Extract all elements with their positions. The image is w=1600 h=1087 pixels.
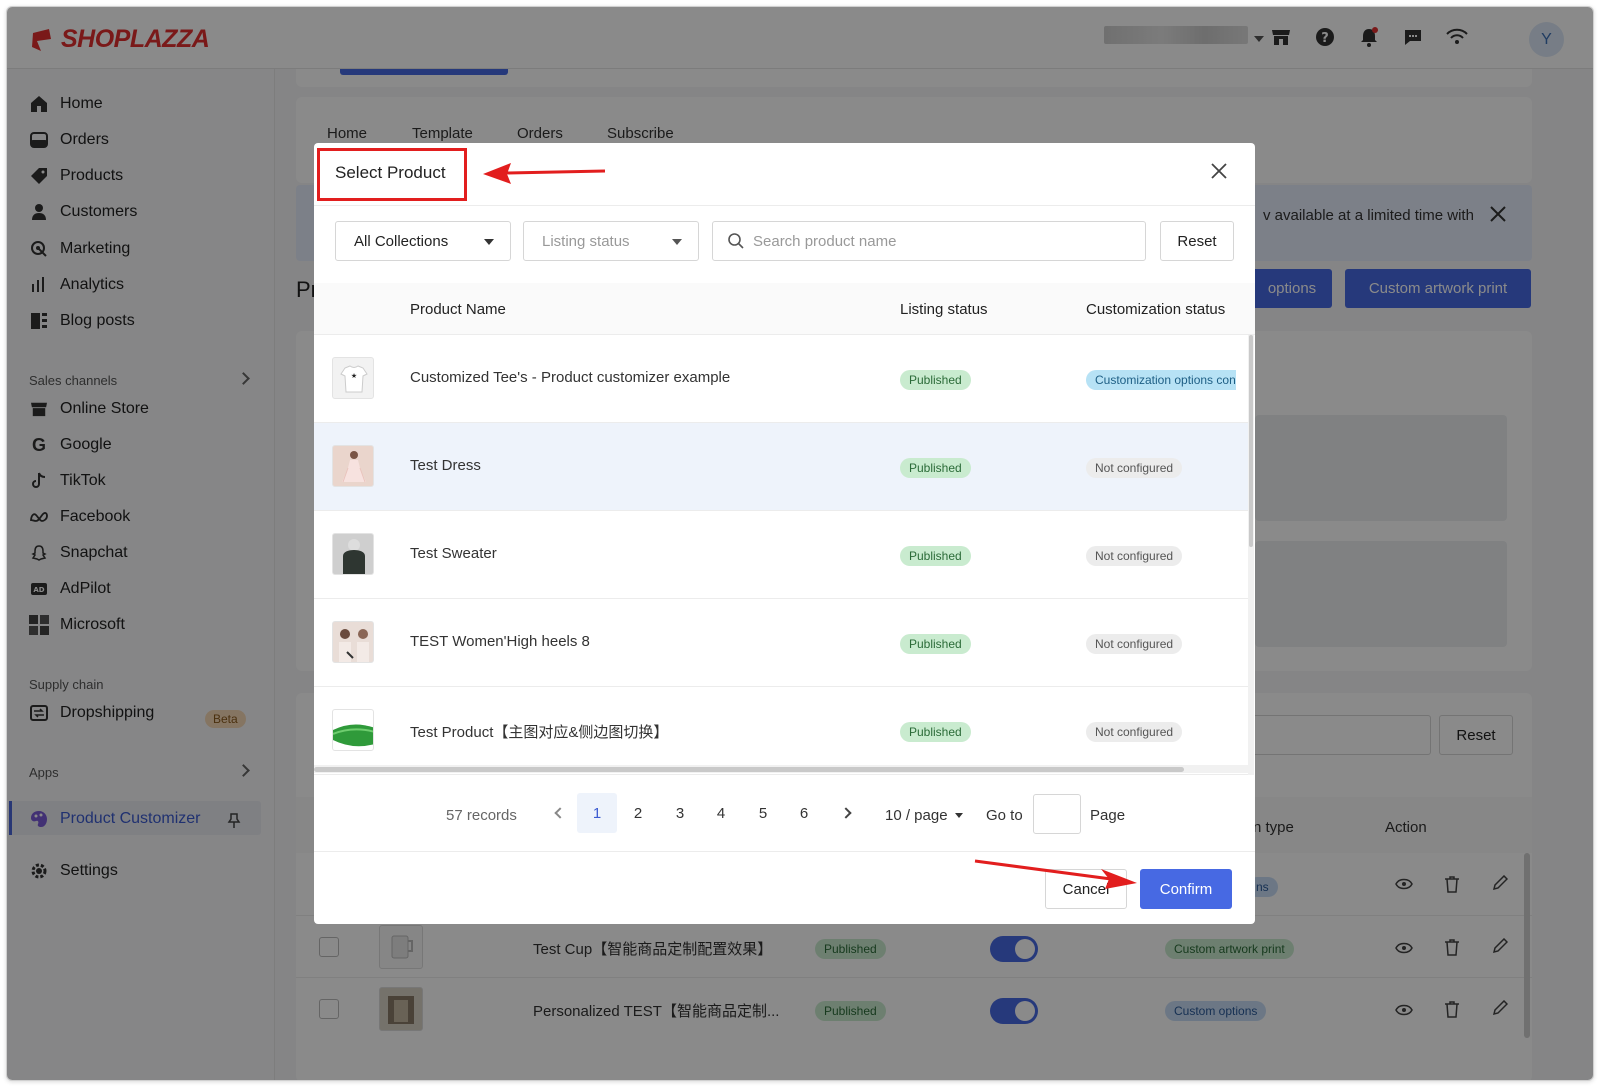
header-divider bbox=[314, 205, 1255, 206]
product-name: Test Product【主图对应&侧边图切换】 bbox=[410, 724, 669, 741]
product-thumbnail-sweater bbox=[332, 533, 374, 575]
product-thumbnail-heels bbox=[332, 621, 374, 663]
cancel-button[interactable]: Cancel bbox=[1045, 869, 1127, 909]
caret-down-icon bbox=[484, 239, 494, 245]
table-horizontal-scrollbar[interactable] bbox=[314, 765, 1248, 773]
customization-status-badge: Customization options con bbox=[1086, 370, 1236, 390]
search-icon bbox=[728, 233, 744, 249]
close-icon[interactable] bbox=[1209, 161, 1229, 181]
caret-down-icon bbox=[954, 812, 963, 818]
table-row[interactable]: TEST Women'High heels 8 Published Not co… bbox=[314, 599, 1248, 687]
chevron-right-icon bbox=[840, 807, 852, 819]
customization-status-badge: Not configured bbox=[1086, 458, 1183, 478]
table-row[interactable]: Test Product【主图对应&侧边图切换】 Published Not c… bbox=[314, 687, 1248, 775]
listing-status-badge: Published bbox=[900, 634, 971, 654]
listing-status-badge: Published bbox=[900, 546, 971, 566]
product-thumbnail-tshirt: ★ bbox=[332, 357, 374, 399]
table-row[interactable]: Test Dress Published Not configured bbox=[314, 423, 1248, 511]
page-5-button[interactable]: 5 bbox=[743, 793, 783, 833]
customization-status-badge: Not configured bbox=[1086, 722, 1183, 742]
page-4-button[interactable]: 4 bbox=[701, 793, 741, 833]
records-count: 57 records bbox=[446, 806, 517, 824]
page-size-select[interactable]: 10 / page bbox=[885, 795, 963, 835]
prev-page-button[interactable] bbox=[540, 793, 580, 833]
col-product-name: Product Name bbox=[410, 301, 506, 318]
footer-divider bbox=[314, 851, 1255, 852]
reset-button[interactable]: Reset bbox=[1160, 221, 1234, 261]
page-1-button[interactable]: 1 bbox=[577, 793, 617, 833]
page-3-button[interactable]: 3 bbox=[660, 793, 700, 833]
select-product-dialog: Select Product All Collections Listing s… bbox=[314, 143, 1255, 924]
dialog-title: Select Product bbox=[335, 163, 446, 182]
col-customization-status: Customization status bbox=[1086, 301, 1226, 318]
product-name: Test Sweater bbox=[410, 545, 497, 562]
table-row[interactable]: Test Sweater Published Not configured bbox=[314, 511, 1248, 599]
app-window: SHOPLAZZA ? Y Home Orders Products Custo… bbox=[6, 6, 1594, 1081]
goto-page-input[interactable] bbox=[1033, 794, 1081, 834]
product-thumbnail-dress bbox=[332, 445, 374, 487]
svg-text:★: ★ bbox=[351, 372, 357, 380]
page-label: Page bbox=[1090, 806, 1126, 824]
scrollbar-thumb[interactable] bbox=[1249, 335, 1253, 547]
next-page-button[interactable] bbox=[826, 793, 866, 833]
listing-status-placeholder: Listing status bbox=[542, 232, 630, 250]
chevron-left-icon bbox=[554, 807, 566, 819]
product-thumbnail-green bbox=[332, 709, 374, 751]
caret-down-icon bbox=[672, 239, 682, 245]
customization-status-badge: Not configured bbox=[1086, 546, 1183, 566]
listing-status-badge: Published bbox=[900, 458, 971, 478]
search-placeholder: Search product name bbox=[753, 232, 897, 250]
confirm-button[interactable]: Confirm bbox=[1140, 869, 1232, 909]
col-listing-status: Listing status bbox=[900, 301, 988, 318]
collections-select-value: All Collections bbox=[354, 232, 449, 250]
scrollbar-thumb[interactable] bbox=[314, 767, 1184, 772]
collections-select[interactable]: All Collections bbox=[335, 221, 511, 261]
page-2-button[interactable]: 2 bbox=[618, 793, 658, 833]
listing-status-badge: Published bbox=[900, 370, 971, 390]
customization-status-badge: Not configured bbox=[1086, 634, 1183, 654]
listing-status-select[interactable]: Listing status bbox=[523, 221, 699, 261]
product-name: TEST Women'High heels 8 bbox=[410, 633, 590, 650]
product-name: Test Dress bbox=[410, 457, 481, 474]
goto-label: Go to bbox=[986, 806, 1023, 824]
product-name: Customized Tee's - Product customizer ex… bbox=[410, 369, 731, 386]
page-size-value: 10 / page bbox=[885, 806, 948, 824]
page-6-button[interactable]: 6 bbox=[784, 793, 824, 833]
table-row[interactable]: ★ Customized Tee's - Product customizer … bbox=[314, 335, 1248, 423]
table-header: Product Name Listing status Customizatio… bbox=[314, 283, 1255, 335]
listing-status-badge: Published bbox=[900, 722, 971, 742]
table-vertical-scrollbar[interactable] bbox=[1248, 335, 1254, 775]
search-input[interactable]: Search product name bbox=[712, 221, 1146, 261]
